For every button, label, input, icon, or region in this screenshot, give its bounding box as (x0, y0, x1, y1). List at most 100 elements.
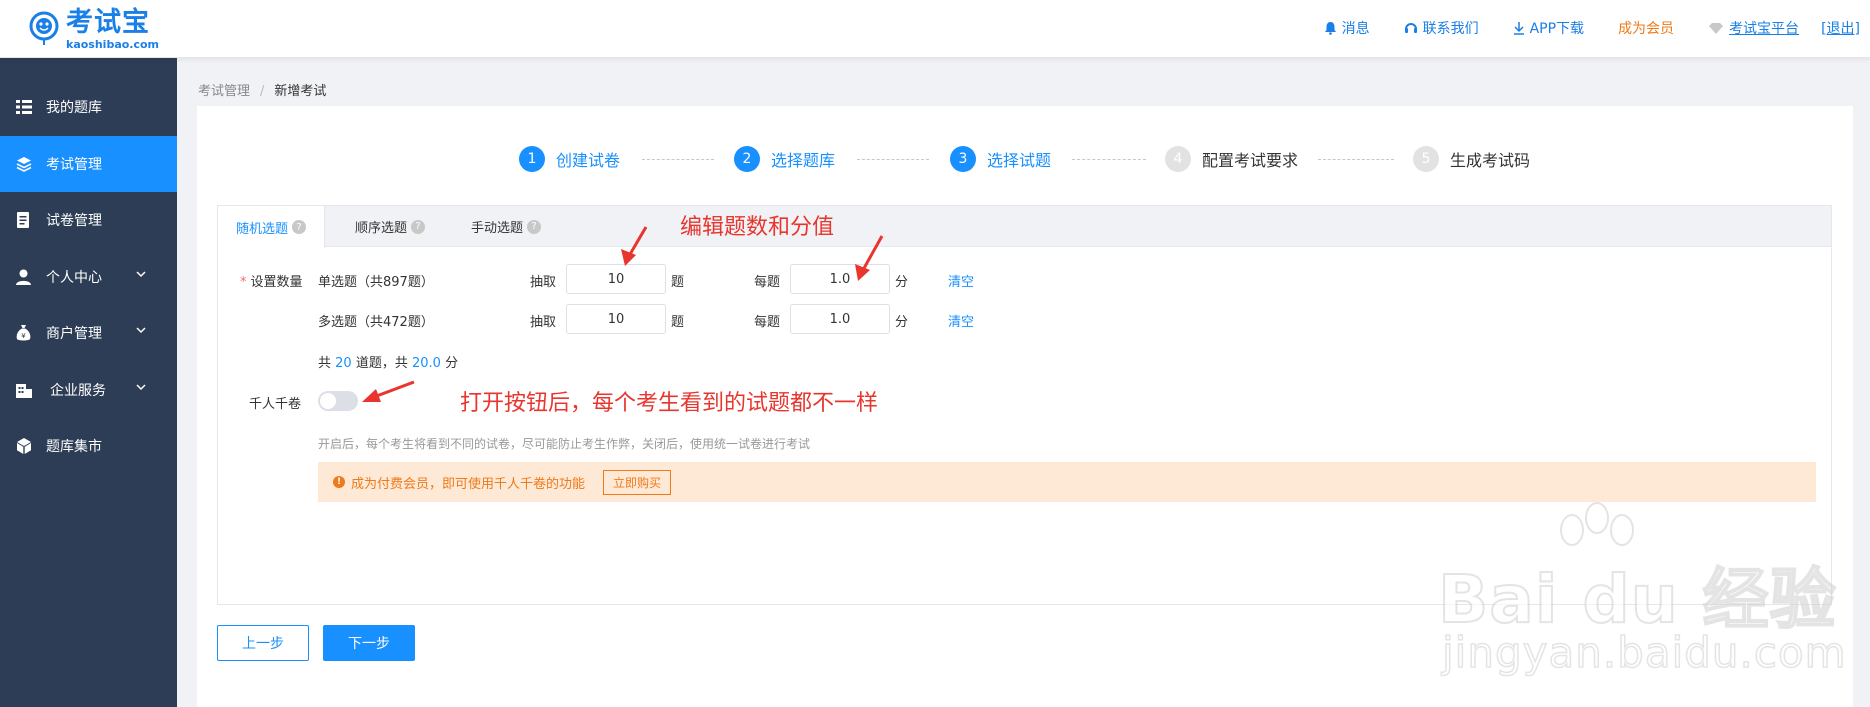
sidebar-item-personal-center[interactable]: 个人中心 (0, 249, 177, 305)
summary-prefix: 共 (318, 356, 332, 371)
step-select-bank: 2 选择题库 (734, 146, 835, 172)
bell-icon (1324, 22, 1336, 35)
step-number: 5 (1413, 146, 1439, 172)
sidebar-item-label: 考试管理 (46, 156, 102, 173)
single-choice-clear-link[interactable]: 清空 (948, 271, 974, 290)
member-notice: ! 成为付费会员，即可使用千人千卷的功能 立即购买 (318, 462, 1816, 502)
required-mark: * (240, 275, 247, 290)
question-total: （共472题） (357, 315, 434, 330)
multi-choice-clear-link[interactable]: 清空 (948, 311, 974, 330)
breadcrumb-current: 新增考试 (274, 84, 327, 99)
step-label: 选择试题 (987, 151, 1052, 170)
per-question-label: 每题 (754, 315, 781, 330)
breadcrumb-separator: / (260, 84, 265, 99)
sidebar-item-label: 商户管理 (46, 326, 102, 342)
sidebar-item-label: 企业服务 (50, 382, 106, 399)
multi-choice-count-input[interactable]: 10 (566, 304, 666, 334)
sidebar-item-my-bank[interactable]: 我的题库 (0, 79, 177, 135)
thousand-papers-toggle[interactable] (318, 391, 358, 411)
step-label: 选择题库 (771, 151, 836, 170)
tab-manual-selection[interactable]: 手动选题? (453, 206, 559, 247)
list-icon (16, 100, 32, 114)
help-icon[interactable]: ? (292, 220, 307, 234)
summary-count: 20 (335, 356, 352, 371)
single-choice-score-input[interactable]: 1.0 (790, 264, 890, 294)
summary-score: 20.0 (412, 356, 441, 371)
step-label: 配置考试要求 (1202, 151, 1299, 170)
per-question-label: 每题 (754, 275, 781, 290)
breadcrumb-parent[interactable]: 考试管理 (198, 84, 250, 99)
annotation-toggle: 打开按钮后，每个考生看到的试题都不一样 (460, 391, 879, 416)
nav-platform[interactable]: 考试宝平台 (1708, 18, 1799, 38)
step-select-questions: 3 选择试题 (950, 146, 1051, 172)
step-label: 创建试卷 (556, 151, 621, 170)
svg-text:¥: ¥ (21, 332, 26, 340)
sidebar-item-enterprise-service[interactable]: 企业服务 (0, 362, 177, 418)
nav-contact[interactable]: 联系我们 (1404, 18, 1479, 38)
step-connector (857, 159, 929, 160)
prev-step-button[interactable]: 上一步 (217, 625, 309, 661)
question-type: 单选题 (318, 275, 358, 290)
help-icon[interactable]: ? (411, 219, 426, 234)
user-icon (16, 269, 31, 285)
logo[interactable]: 考试宝 kaoshibao.com (26, 8, 166, 52)
sidebar: 我的题库 考试管理 试卷管理 个人中心 ¥ 商户管理 企业服务 题库集市 (0, 58, 177, 707)
nav-contact-label: 联系我们 (1422, 21, 1479, 37)
top-nav: 消息 联系我们 APP下载 成为会员 考试宝平台 [退出] (1290, 18, 1860, 38)
baidu-jingyan-watermark: Bai du 经验 jingyan.baidu.com (1430, 500, 1860, 700)
step-number: 4 (1165, 146, 1191, 172)
single-choice-label: 单选题（共897题） (318, 271, 434, 290)
tab-label: 随机选题 (236, 221, 289, 237)
score-unit: 分 (895, 315, 909, 330)
question-unit: 题 (671, 275, 685, 290)
buy-now-button[interactable]: 立即购买 (603, 469, 672, 495)
nav-become-member[interactable]: 成为会员 (1618, 18, 1674, 38)
logo-subtext: kaoshibao.com (66, 38, 160, 51)
step-connector (642, 159, 714, 160)
building-icon (16, 383, 32, 398)
sidebar-item-label: 个人中心 (46, 269, 102, 286)
logo-text: 考试宝 (66, 7, 150, 38)
multi-choice-score-input[interactable]: 1.0 (790, 304, 890, 334)
chevron-down-icon (136, 383, 146, 390)
nav-logout[interactable]: [退出] (1821, 18, 1860, 38)
step-number: 3 (950, 146, 976, 172)
watermark-url: jingyan.baidu.com (1441, 627, 1847, 678)
step-create-paper: 1 创建试卷 (519, 146, 620, 172)
sidebar-item-merchant-management[interactable]: ¥ 商户管理 (0, 305, 177, 361)
thousand-papers-label: 千人千卷 (249, 397, 302, 412)
layers-icon (16, 156, 32, 172)
step-number: 1 (519, 146, 545, 172)
breadcrumb: 考试管理 / 新增考试 (198, 80, 326, 99)
top-header: 考试宝 kaoshibao.com 消息 联系我们 APP下载 成为会员 考试宝… (0, 0, 1870, 58)
tab-label: 手动选题 (471, 221, 524, 236)
step-connector (1072, 159, 1146, 160)
download-icon (1513, 22, 1524, 35)
logo-flower-icon (29, 11, 59, 45)
step-number: 2 (734, 146, 760, 172)
money-bag-icon: ¥ (16, 325, 31, 341)
step-generate-code: 5 生成考试码 (1413, 146, 1530, 172)
tab-bar: 随机选题? 顺序选题? 手动选题? (218, 206, 1831, 248)
step-configure-requirements: 4 配置考试要求 (1165, 146, 1298, 172)
single-choice-count-input[interactable]: 10 (566, 264, 666, 294)
question-type: 多选题 (318, 315, 358, 330)
sidebar-item-bank-market[interactable]: 题库集市 (0, 418, 177, 474)
summary-mid: 道题，共 (355, 356, 408, 371)
diamond-icon (1709, 22, 1724, 34)
toggle-knob (320, 393, 336, 409)
nav-member-label: 成为会员 (1618, 21, 1675, 37)
nav-app-download[interactable]: APP下载 (1513, 18, 1584, 38)
selection-summary: 共 20 道题，共 20.0 分 (318, 352, 458, 371)
chevron-down-icon (136, 270, 146, 277)
tab-sequential-selection[interactable]: 顺序选题? (337, 206, 443, 247)
nav-messages[interactable]: 消息 (1324, 18, 1370, 38)
tab-label: 顺序选题 (355, 221, 408, 236)
step-label: 生成考试码 (1450, 151, 1531, 170)
help-icon[interactable]: ? (527, 219, 542, 234)
next-step-button[interactable]: 下一步 (323, 625, 415, 661)
sidebar-item-label: 试卷管理 (46, 213, 102, 229)
sidebar-item-exam-management[interactable]: 考试管理 (0, 135, 177, 192)
tab-random-selection[interactable]: 随机选题? (218, 206, 326, 248)
sidebar-item-paper-management[interactable]: 试卷管理 (0, 192, 177, 248)
